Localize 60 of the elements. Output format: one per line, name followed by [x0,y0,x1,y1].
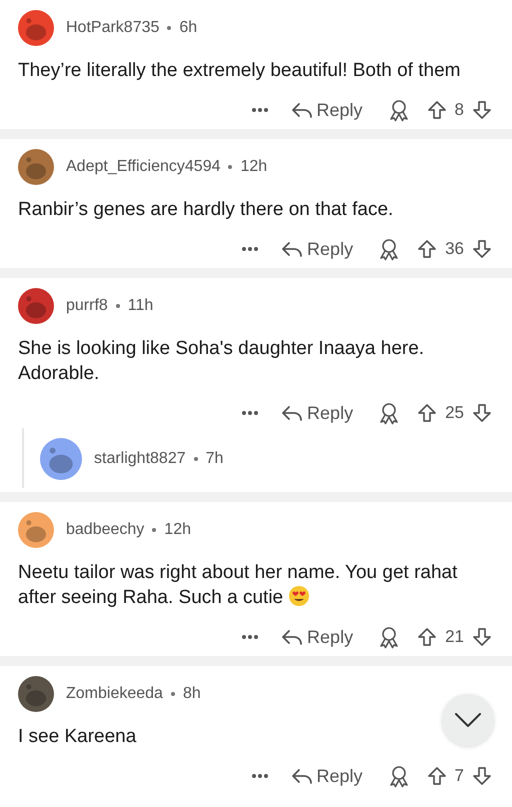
vote-count: 36 [445,239,464,259]
reply-button[interactable]: Reply [281,626,354,648]
more-icon[interactable] [241,246,260,252]
separator-dot-icon [170,692,175,696]
downvote-icon[interactable] [472,239,492,259]
heart-eyes-emoji-icon [288,585,310,607]
more-icon[interactable] [250,773,268,779]
comment-text: They’re literally the extremely beautiful! Both of them [18,59,462,83]
separator-dot-icon [167,26,172,30]
reply-button[interactable]: Reply [290,766,363,786]
timestamp: 6h [179,19,198,37]
upvote-icon[interactable] [417,403,438,423]
reply-arrow-icon [290,101,312,119]
reply-arrow-icon [290,767,312,785]
comment-text: She is looking like Soha's daughter Inaaya here. Adorable. [18,337,426,386]
avatar-icon[interactable] [18,10,54,46]
timestamp: 12h [164,521,191,539]
timestamp: 8h [182,685,201,703]
more-icon[interactable] [241,410,260,416]
downvote-icon[interactable] [472,627,492,647]
username[interactable]: badbeechy [66,521,144,539]
username[interactable]: Adept_Efficiency4594 [66,158,220,176]
avatar-icon[interactable] [18,288,54,324]
reply-button[interactable]: Reply [281,402,354,424]
vote-count: 7 [454,766,464,786]
upvote-icon[interactable] [417,627,438,647]
username[interactable]: HotPark8735 [66,19,160,37]
comment-text: I see Kareena [18,725,138,749]
reply-arrow-icon [281,240,304,258]
username[interactable]: purrf8 [66,297,108,315]
downvote-icon[interactable] [472,766,492,786]
comment-text: Neetu tailor was right about her name. You get rahat after seeing Raha. Such a cutie [18,561,458,610]
more-icon[interactable] [241,634,260,640]
chevron-down-icon [455,713,481,727]
upvote-icon[interactable] [417,239,438,259]
separator-dot-icon [228,165,232,169]
username[interactable]: starlight8827 [94,450,186,468]
downvote-icon[interactable] [472,100,492,120]
downvote-icon[interactable] [472,403,492,423]
reply-arrow-icon [281,628,304,646]
reply-button[interactable]: Reply [290,100,363,120]
separator-dot-icon [194,457,198,461]
reply-arrow-icon [281,404,304,422]
timestamp: 11h [128,297,154,315]
more-icon[interactable] [250,107,268,113]
separator-dot-icon [152,528,156,532]
timestamp: 12h [240,158,268,176]
vote-count: 21 [445,627,464,647]
scroll-down-button[interactable] [442,694,494,746]
vote-count: 25 [445,403,464,423]
upvote-icon[interactable] [426,100,447,120]
reply-button[interactable]: Reply [281,238,354,260]
avatar-icon[interactable] [18,149,54,185]
separator-dot-icon [116,304,120,308]
timestamp: 7h [206,450,224,468]
vote-count: 8 [454,100,464,120]
username[interactable]: Zombiekeeda [66,685,163,703]
upvote-icon[interactable] [426,766,447,786]
comment-text: Ranbir’s genes are hardly there on that face. [18,198,394,222]
avatar-icon[interactable] [18,676,54,712]
